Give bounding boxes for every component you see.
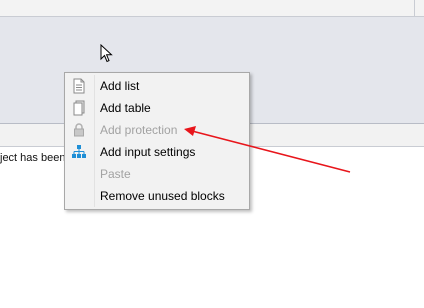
annotation-arrow: [184, 126, 351, 173]
